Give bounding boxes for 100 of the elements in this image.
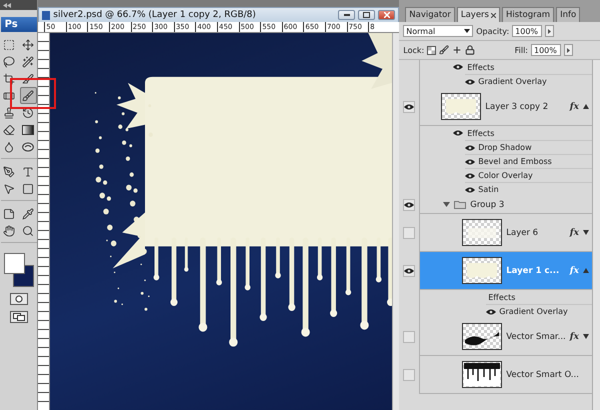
effect-name[interactable]: Color Overlay [478,171,533,180]
effect-name[interactable]: Drop Shadow [478,143,532,152]
fill-label: Fill: [514,46,528,54]
layer-thumbnail [462,361,502,388]
minimize-button[interactable] [338,10,356,20]
panel-tab[interactable]: Layers [456,7,500,22]
maximize-button[interactable] [358,10,376,20]
effect-name[interactable]: Satin [478,185,499,194]
panel-tab[interactable]: Histogram [502,7,554,22]
app-logo: Ps [0,17,37,32]
document-title: silver2.psd @ 66.7% (Layer 1 copy 2, RGB/8) [53,10,257,20]
visibility-toggle[interactable] [403,199,416,211]
zoom-icon [22,224,34,236]
scrollbar[interactable] [392,33,400,410]
eye-icon[interactable] [486,308,496,314]
eye-icon[interactable] [465,144,476,150]
screen-mode-button[interactable] [10,311,28,323]
type-icon [22,166,34,178]
caret-icon[interactable] [583,268,589,273]
layer-row[interactable]: Vector Smar... fx [420,318,592,356]
blend-mode-select[interactable]: Normal [403,25,474,37]
lock-icon[interactable] [465,45,476,55]
fx-label: fx [570,102,579,112]
visibility-toggle[interactable] [403,227,416,239]
lasso-icon [3,56,16,68]
visibility-toggle[interactable] [403,265,416,277]
color-swatches-icon[interactable] [4,253,34,287]
panel-tab[interactable]: Info [556,7,580,22]
lock-label: Lock: [403,46,424,54]
fill-slider-button[interactable] [564,44,573,56]
layer-name: Vector Smar... [506,332,566,342]
note-icon [3,208,16,220]
effect-name[interactable]: Gradient Overlay [478,77,547,86]
caret-icon [548,28,552,34]
windows-icon [12,313,25,321]
tab-label: Histogram [506,10,550,20]
crop-icon [3,72,16,84]
layer-thumbnail [462,323,502,350]
layer-row[interactable]: Layer 3 copy 2 fx [420,88,592,126]
brush-icon [22,90,34,102]
scrollbar[interactable] [592,60,600,410]
gradient-icon [22,124,34,134]
pen-icon [3,166,16,178]
circle-icon [14,295,23,303]
tool-button[interactable] [20,87,37,104]
brush-icon[interactable] [439,45,450,55]
maximize-icon [363,12,370,18]
close-icon[interactable] [490,12,496,18]
dodge-icon [22,142,34,152]
eye-icon[interactable] [404,268,414,274]
opacity-label: Opacity: [476,26,510,36]
caret-icon[interactable] [583,104,589,109]
tab-label: Info [560,10,576,20]
eyedropper-icon [22,208,34,220]
layer-name: Vector Smart O... [506,370,580,380]
caret-icon[interactable] [583,230,589,235]
panel-tab[interactable]: Navigator [405,7,455,22]
history-brush-icon [22,106,34,118]
layer-name: Layer 3 copy 2 [485,102,550,112]
tab-label: Layers [460,10,489,20]
rounded-square-icon [22,182,34,194]
bandage-icon [3,90,16,102]
move-icon[interactable] [452,45,462,55]
opacity-slider-button[interactable] [545,25,554,37]
layer-thumbnail [462,219,502,246]
caret-icon [464,29,470,33]
knife-icon [22,72,34,84]
effect-name[interactable]: Bevel and Emboss [478,157,552,166]
close-button[interactable] [378,10,396,20]
move-icon [22,38,34,50]
opacity-field[interactable]: 100% [512,25,542,37]
visibility-toggle[interactable] [403,331,416,343]
eye-icon[interactable] [465,172,476,178]
group-name: Group 3 [470,200,504,210]
effects-label: Effects [467,128,494,138]
layer-name: Layer 1 c... [506,266,560,276]
pointer-icon [3,182,16,194]
visibility-toggle[interactable] [403,101,416,113]
document-icon [42,10,50,20]
effect-name[interactable]: Gradient Overlay [499,307,568,316]
caret-icon[interactable] [583,334,589,339]
eye-icon[interactable] [465,186,476,192]
eye-icon[interactable] [404,104,414,110]
quick-mask-button[interactable] [10,293,28,305]
collapse-icon[interactable] [3,2,11,8]
fx-label: fx [570,332,579,342]
layer-name: Layer 6 [506,228,540,238]
eye-icon[interactable] [453,130,464,136]
eye-icon[interactable] [404,202,414,208]
visibility-toggle[interactable] [403,369,416,381]
eye-icon[interactable] [453,64,464,70]
minimize-icon [344,14,350,16]
disclosure-triangle-icon[interactable] [443,201,450,208]
checker-icon[interactable] [427,46,436,54]
eraser-icon [3,124,16,136]
fill-field[interactable]: 100% [531,44,561,56]
wand-icon [22,56,34,68]
eye-icon[interactable] [465,158,476,164]
layer-row[interactable]: Vector Smart O... [420,356,592,394]
eye-icon[interactable] [465,78,476,84]
